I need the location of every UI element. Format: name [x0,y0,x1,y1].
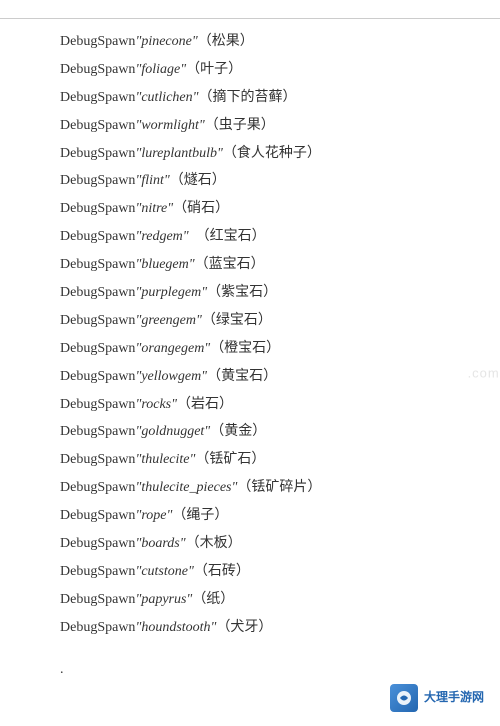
item-chinese: （虫子果） [205,113,275,139]
debug-keyword: DebugSpawn [60,364,135,390]
item-code: "cutstone" [135,559,193,585]
item-code: "thulecite_pieces" [135,475,237,501]
debug-keyword: DebugSpawn [60,113,135,139]
debug-keyword: DebugSpawn [60,252,135,278]
list-item: DebugSpawn "redgem" （红宝石） [60,224,440,250]
item-chinese: （蓝宝石） [195,252,265,278]
debug-keyword: DebugSpawn [60,141,135,167]
debug-keyword: DebugSpawn [60,196,135,222]
dot-marker: . [60,662,64,678]
list-item: DebugSpawn "nitre"（硝石） [60,196,440,222]
debug-keyword: DebugSpawn [60,392,135,418]
item-code: "foliage" [135,57,186,83]
debug-keyword: DebugSpawn [60,280,135,306]
item-code: "goldnugget" [135,419,210,445]
item-chinese: （红宝石） [189,224,266,250]
item-chinese: （纸） [192,587,234,613]
item-chinese: （燧石） [170,168,226,194]
item-chinese: （摘下的苔藓） [199,85,297,111]
debug-keyword: DebugSpawn [60,336,135,362]
content-area: DebugSpawn "pinecone"（松果）DebugSpawn "fol… [0,19,500,653]
logo-text: 大理手游网 [424,690,484,706]
item-code: "thulecite" [135,447,195,473]
item-code: "houndstooth" [135,615,216,641]
item-chinese: （黄宝石） [207,364,277,390]
debug-keyword: DebugSpawn [60,531,135,557]
item-chinese: （黄金） [210,419,266,445]
item-code: "papyrus" [135,587,192,613]
debug-keyword: DebugSpawn [60,85,135,111]
item-chinese: （绳子） [172,503,228,529]
item-chinese: （绿宝石） [202,308,272,334]
list-item: DebugSpawn "cutlichen"（摘下的苔藓） [60,85,440,111]
item-code: "wormlight" [135,113,204,139]
item-chinese: （食人花种子） [223,141,321,167]
list-item: DebugSpawn "pinecone"（松果） [60,29,440,55]
list-item: DebugSpawn "boards"（木板） [60,531,440,557]
debug-keyword: DebugSpawn [60,615,135,641]
item-code: "rocks" [135,392,177,418]
item-chinese: （硝石） [173,196,229,222]
item-code: "rope" [135,503,172,529]
list-item: DebugSpawn "orangegem"（橙宝石） [60,336,440,362]
item-chinese: （紫宝石） [207,280,277,306]
debug-keyword: DebugSpawn [60,57,135,83]
debug-keyword: DebugSpawn [60,475,135,501]
list-item: DebugSpawn "houndstooth"（犬牙） [60,615,440,641]
list-item: DebugSpawn "greengem"（绿宝石） [60,308,440,334]
debug-keyword: DebugSpawn [60,308,135,334]
item-chinese: （铥矿石） [195,447,265,473]
debug-keyword: DebugSpawn [60,503,135,529]
debug-keyword: DebugSpawn [60,29,135,55]
item-code: "nitre" [135,196,173,222]
list-item: DebugSpawn "wormlight"（虫子果） [60,113,440,139]
list-item: DebugSpawn "thulecite_pieces"（铥矿碎片） [60,475,440,501]
debug-keyword: DebugSpawn [60,419,135,445]
item-chinese: （木板） [186,531,242,557]
debug-keyword: DebugSpawn [60,224,135,250]
item-code: "cutlichen" [135,85,198,111]
item-chinese: （松果） [198,29,254,55]
debug-keyword: DebugSpawn [60,559,135,585]
item-code: "yellowgem" [135,364,207,390]
item-chinese: （叶子） [186,57,242,83]
list-item: DebugSpawn "foliage"（叶子） [60,57,440,83]
item-code: "bluegem" [135,252,194,278]
list-item: DebugSpawn "bluegem"（蓝宝石） [60,252,440,278]
list-item: DebugSpawn "rope"（绳子） [60,503,440,529]
item-code: "lureplantbulb" [135,141,222,167]
item-chinese: （铥矿碎片） [237,475,321,501]
item-chinese: （岩石） [177,392,233,418]
item-chinese: （石砖） [194,559,250,585]
debug-keyword: DebugSpawn [60,447,135,473]
item-chinese: （橙宝石） [210,336,280,362]
list-item: DebugSpawn "papyrus"（纸） [60,587,440,613]
item-chinese: （犬牙） [216,615,272,641]
list-item: DebugSpawn "lureplantbulb"（食人花种子） [60,141,440,167]
list-item: DebugSpawn "cutstone"（石砖） [60,559,440,585]
item-code: "redgem" [135,224,188,250]
site-name: 大理手游网 [424,690,484,706]
item-code: "purplegem" [135,280,207,306]
item-code: "flint" [135,168,169,194]
list-item: DebugSpawn "purplegem"（紫宝石） [60,280,440,306]
debug-keyword: DebugSpawn [60,587,135,613]
item-code: "pinecone" [135,29,197,55]
item-code: "boards" [135,531,185,557]
list-item: DebugSpawn "thulecite"（铥矿石） [60,447,440,473]
list-item: DebugSpawn "flint"（燧石） [60,168,440,194]
item-code: "greengem" [135,308,201,334]
list-item: DebugSpawn "rocks"（岩石） [60,392,440,418]
item-code: "orangegem" [135,336,210,362]
list-item: DebugSpawn "yellowgem"（黄宝石） [60,364,440,390]
list-item: DebugSpawn "goldnugget"（黄金） [60,419,440,445]
debug-keyword: DebugSpawn [60,168,135,194]
